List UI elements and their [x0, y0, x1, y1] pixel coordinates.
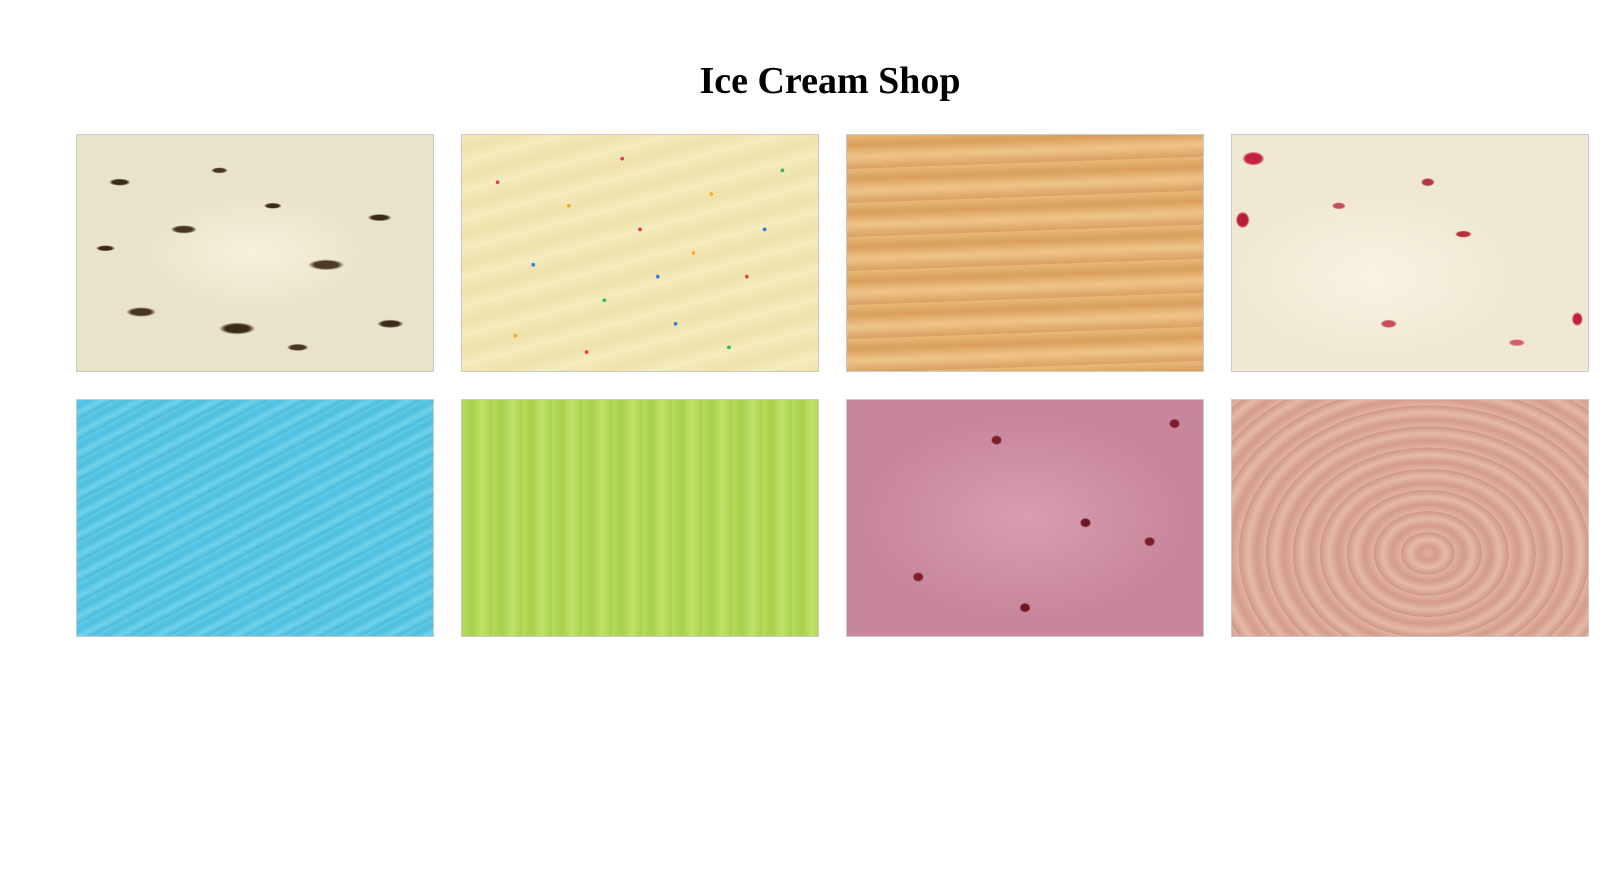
flavor-image-vanilla-sprinkles[interactable] [461, 134, 819, 372]
flavor-image-raspberry[interactable] [846, 399, 1204, 637]
lime-texture [462, 400, 818, 636]
caramel-texture [847, 135, 1203, 371]
flavor-image-cherry-vanilla[interactable] [1231, 134, 1589, 372]
chocolate-texture [1232, 400, 1588, 636]
cherry-vanilla-texture [1232, 135, 1588, 371]
flavor-image-cookies-and-cream[interactable] [76, 134, 434, 372]
flavor-gallery [76, 134, 1590, 637]
blue-texture [77, 400, 433, 636]
raspberry-texture [847, 400, 1203, 636]
flavor-image-caramel[interactable] [846, 134, 1204, 372]
flavor-image-chocolate[interactable] [1231, 399, 1589, 637]
flavor-image-blue[interactable] [76, 399, 434, 637]
vanilla-sprinkles-texture [462, 135, 818, 371]
flavor-image-lime[interactable] [461, 399, 819, 637]
cookies-and-cream-texture [77, 135, 433, 371]
page-title: Ice Cream Shop [699, 60, 961, 102]
